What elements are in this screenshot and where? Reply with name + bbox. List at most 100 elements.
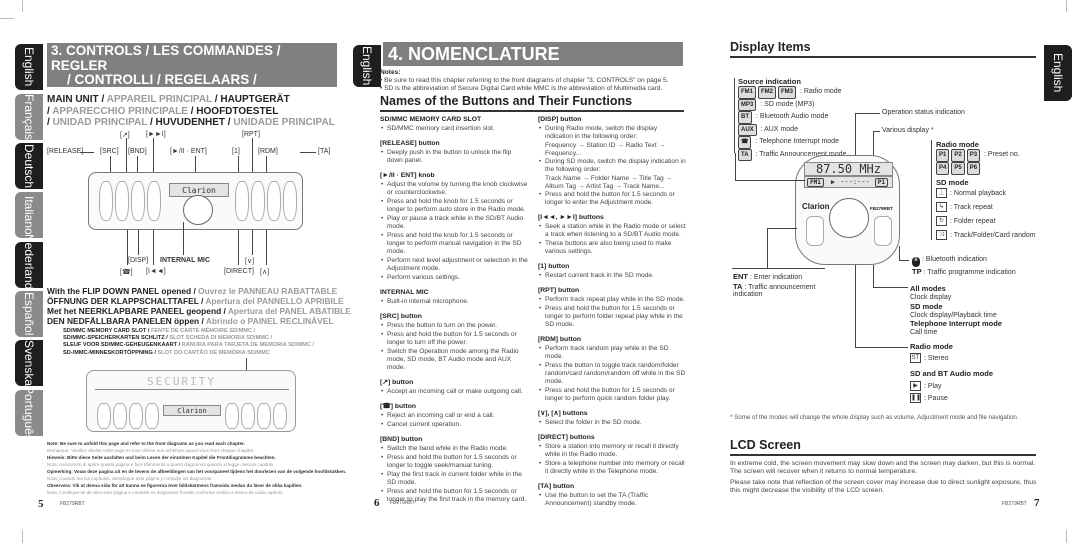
function-heading: SD/MMC MEMORY CARD SLOT [380,116,482,123]
lang-tab-deutsch[interactable]: Deutsch [15,143,43,189]
function-item: Perform track random play while in the S… [538,345,686,361]
source-badge-icon: FM3 [778,86,796,99]
lang-tab-english-middle[interactable]: English [353,45,381,87]
text-segment: MAIN UNIT / [47,94,107,105]
function-item: Store a station into memory or recall it… [538,443,686,459]
source-indication-row: FM1 FM2 FM3 : Radio mode [738,86,846,99]
lang-tab-english[interactable]: English [15,44,43,90]
function-item: Press and hold the button for 1.5 second… [380,331,528,347]
flip-line-3: Met het NEERKLAPBARE PANEEL geopend / Ap… [47,306,351,316]
text-segment: Apertura del PANEL ABATIBLE [227,306,351,316]
text-segment: SLOT SCHEDA DI MEMORIA SD/MMC / [169,335,273,342]
function-heading: [RELEASE] button [380,140,440,147]
unfold-note: Nota: Cuando lea los capítulos, desplieg… [47,476,213,481]
operation-status-label: Operation status indication [882,109,965,116]
function-item: Press and hold the button for 1.5 second… [538,305,686,329]
preset-badge-icon: P5 [951,162,965,175]
various-display-label: Various display * [882,127,934,134]
function-heading: [RDM] button [538,336,582,343]
function-heading: [SRC] button [380,313,422,320]
disp-sequence-2: Track Name → Folder Name → Title Tag → A… [545,175,673,190]
sd-mode-title: SD mode [936,178,969,187]
nomenclature-column-1: SD/MMC MEMORY CARD SLOT SD/MMC memory car… [380,116,528,505]
text-segment: With the FLIP DOWN PANEL opened / [47,286,199,296]
open-panel-diagram: SECURITY Clarion [86,370,296,432]
label-direct: [DIRECT] [224,268,254,275]
flip-panel-heading: With the FLIP DOWN PANEL opened / Ouvrez… [47,286,351,326]
lang-tab-español[interactable]: Español [15,291,43,337]
text-segment: SD/MMC-SPEICHERKARTEN SCHLITZ / [63,335,170,342]
source-indication-title: Source indication [738,77,801,86]
function-item: Use the button to set the TA (Traffic An… [538,492,686,508]
text-segment: FENTE DE CARTE MÉMOIRE SD/MMC / [150,328,256,334]
display-footnote: * Some of the modes will change the whol… [730,414,1019,421]
lang-tab-français[interactable]: Français [15,94,43,140]
function-heading: [1] button [538,263,570,270]
sd-mode-row: ↻: Folder repeat [936,215,1036,229]
all-modes: All modes Clock display [910,284,952,302]
function-item: Press the button to turn on the power. [380,322,528,330]
ent-indication: ENT : Enter indication [733,272,803,281]
text-segment: SLEUF VOOR SD/MMC-GEHEUGENKAART / [63,342,182,349]
preset-badge-icon: P1 [936,149,950,162]
stereo-icon: ST [910,353,921,363]
nomenclature-title: 4. NOMENCLATURE [388,44,560,64]
function-item: Reject an incoming call or end a call. [380,412,528,420]
display-unit-knob [829,198,869,238]
function-item: Switch the Operation mode among the Radi… [380,348,528,372]
text-segment: UNIDAD PRINCIPAL [52,117,148,128]
controls-title-bar: 3. CONTROLS / LES COMMANDES / REGLER / C… [47,43,337,116]
unfold-note: Nota: Assicurarsi di aprire questa pagin… [47,462,275,467]
label-next: [►►I] [146,131,166,138]
function-item: These buttons are also being used to mak… [538,240,686,256]
lang-tab-nederlands[interactable]: Nederlands [15,234,43,296]
text-segment: SD/MMC MEMORY CARD SLOT / [63,328,151,334]
main-unit-line-2: / APPARECCHIO PRINCIPALE / HOOFDTOESTEL [47,106,335,118]
lcd-frequency: 87.50 MHz [804,162,893,176]
disp-heading: [DISP] button [538,116,582,123]
function-item: Press and hold the button for 1.5 second… [538,387,686,403]
lcd-screen-heading: LCD Screen [730,438,1036,456]
disp-sequence-1: Frequency → Station ID → Radio Text → Fr… [545,142,666,157]
label-ta: [TA] [318,148,331,155]
text-segment: APPARECCHIO PRINCIPALE [52,105,188,117]
label-rdm: [RDM] [258,148,278,155]
function-heading: [TA] button [538,483,575,490]
display-unit-model: FB279RBT [870,206,893,211]
source-badge-icon: TA [738,148,752,161]
text-segment: Ouvrez le PANNEAU RABATTABLE [198,286,338,296]
pause-icon: ❚❚ [910,393,922,404]
sd-mode-row: ⤨: Track/Folder/Card random [936,229,1036,243]
function-item: Switch the band while in the Radio mode. [380,445,528,453]
random-icon: ⤨ [936,230,947,241]
label-down: [∨] [245,258,255,265]
bluetooth-icon: ʙ [912,257,920,267]
text-segment: UNIDADE PRINCIPAL [233,117,335,128]
disp-item-3: Press and hold the button for 1.5 second… [538,191,686,207]
function-heading: [RPT] button [538,287,580,294]
function-item: Adjust the volume by turning the knob cl… [380,181,528,197]
flip-line-2: ÖFFNUNG DER KLAPPSCHALTTAFEL / Apertura … [47,296,351,306]
function-item: Press and hold the knob for 1.5 seconds … [380,198,528,214]
preset-badge-icon: P3 [966,149,981,162]
function-heading: [☎] button [380,403,417,410]
radio-mode-title: Radio mode [936,140,979,149]
lang-tab-italiano[interactable]: Italiano [15,192,43,238]
function-item: Play the first track in current folder w… [380,471,528,487]
lang-tab-svenska[interactable]: Svenska [15,340,43,386]
label-release: [RELEASE] [47,148,84,155]
lang-tab-english-right[interactable]: English [1044,45,1072,101]
function-heading: [►/II · ENT] knob [380,172,435,179]
page-number-7: 7 [1034,497,1040,509]
track-repeat-icon: ↳ [936,202,947,213]
display-unit-diagram: 87.50 MHz FM1 ▶ ---:--- P1 Clarion FB279… [795,155,900,265]
sd-bt-audio-mode: SD and BT Audio mode ▶: Play ❚❚: Pause [910,369,994,404]
buttons-functions-heading: Names of the Buttons and Their Functions [380,94,684,112]
unfold-note: Observera: Vik ut denna sida för att kun… [47,483,303,488]
text-segment: SD-/MMC-MINNESKORTÖPPNING / [63,349,158,356]
text-segment: Apertura del PANNELLO APRIBILE [205,296,344,306]
main-unit-heading: MAIN UNIT / APPAREIL PRINCIPAL / HAUPTGE… [47,94,335,129]
model-number-middle: FB279RBT [390,500,415,506]
display-items-heading: Display Items [730,40,1036,58]
lang-tab-português[interactable]: Português [15,386,43,440]
